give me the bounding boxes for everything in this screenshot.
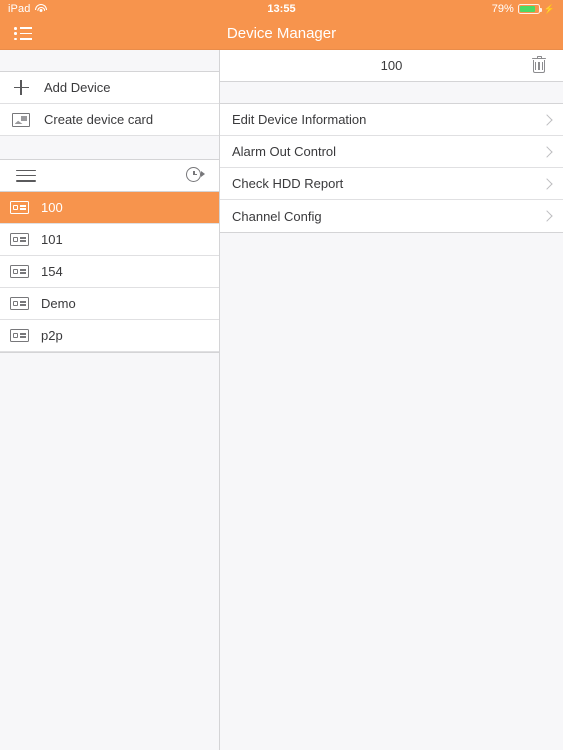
chevron-right-icon — [541, 145, 553, 158]
detail-menu-row[interactable]: Check HDD Report — [220, 168, 563, 200]
detail-spacer — [220, 82, 563, 104]
chevron-right-icon — [541, 210, 553, 222]
sidebar: Add Device Create device card 100 101 154 D… — [0, 50, 220, 750]
detail-panel: 100 Edit Device Information Alarm Out Con… — [220, 50, 563, 750]
list-menu-button[interactable] — [0, 18, 46, 50]
chevron-right-icon — [541, 113, 553, 126]
device-list-item[interactable]: 100 — [0, 192, 219, 224]
detail-filler — [220, 233, 563, 750]
sidebar-filler — [0, 352, 219, 750]
dvr-device-icon — [10, 233, 29, 246]
detail-menu-label: Alarm Out Control — [232, 144, 337, 159]
dvr-device-icon — [10, 297, 29, 310]
status-bar-right: 79% ⚡ — [492, 3, 555, 15]
sidebar-item-create-device-card[interactable]: Create device card — [0, 104, 219, 136]
add-device-label: Add Device — [44, 80, 111, 95]
device-name-label: Demo — [41, 296, 76, 311]
detail-menu-row[interactable]: Edit Device Information — [220, 104, 563, 136]
battery-icon — [517, 4, 542, 14]
device-list-item[interactable]: p2p — [0, 320, 219, 352]
detail-menu-list: Edit Device Information Alarm Out Control… — [220, 104, 563, 233]
sidebar-toolbar — [0, 160, 219, 192]
detail-menu-label: Channel Config — [232, 208, 322, 224]
chevron-right-icon — [541, 177, 553, 190]
device-card-icon — [10, 112, 32, 127]
detail-menu-label: Edit Device Information — [232, 112, 367, 127]
hamburger-icon[interactable] — [16, 169, 36, 182]
navigation-bar: Device Manager — [0, 18, 563, 50]
sidebar-top-spacer — [0, 50, 219, 72]
page-title: Device Manager — [226, 25, 337, 42]
sidebar-mid-spacer — [0, 136, 219, 160]
list-menu-icon — [14, 27, 32, 40]
charging-bolt-icon: ⚡ — [543, 3, 555, 14]
device-name-label: p2p — [41, 328, 63, 343]
device-list-item[interactable]: Demo — [0, 288, 219, 320]
detail-menu-row[interactable]: Channel Config — [220, 200, 563, 232]
plus-icon — [10, 80, 32, 95]
dvr-device-icon — [10, 201, 29, 214]
detail-header: 100 — [220, 50, 563, 82]
device-name-label: 101 — [41, 232, 63, 247]
detail-title: 100 — [380, 58, 403, 73]
detail-menu-row[interactable]: Alarm Out Control — [220, 136, 563, 168]
device-list-item[interactable]: 101 — [0, 224, 219, 256]
device-list: 100 101 154 Demo p2p — [0, 192, 219, 352]
create-device-card-label: Create device card — [44, 112, 154, 127]
clock-history-icon[interactable] — [186, 166, 205, 185]
battery-percent-label: 79% — [491, 3, 514, 15]
dvr-device-icon — [10, 265, 29, 278]
app-root: iPad 13:55 79% ⚡ Device Manager Add Devi — [0, 0, 563, 750]
device-name-label: 100 — [41, 200, 63, 215]
sidebar-item-add-device[interactable]: Add Device — [0, 72, 219, 104]
device-name-label: 154 — [41, 264, 63, 279]
dvr-device-icon — [10, 329, 29, 342]
status-bar-clock: 13:55 — [267, 3, 296, 15]
device-list-item[interactable]: 154 — [0, 256, 219, 288]
content-area: Add Device Create device card 100 101 154 D… — [0, 50, 563, 750]
detail-menu-label: Check HDD Report — [232, 176, 344, 191]
delete-device-button[interactable] — [527, 54, 551, 78]
status-bar: iPad 13:55 79% ⚡ — [0, 0, 563, 18]
trash-icon — [532, 55, 546, 74]
